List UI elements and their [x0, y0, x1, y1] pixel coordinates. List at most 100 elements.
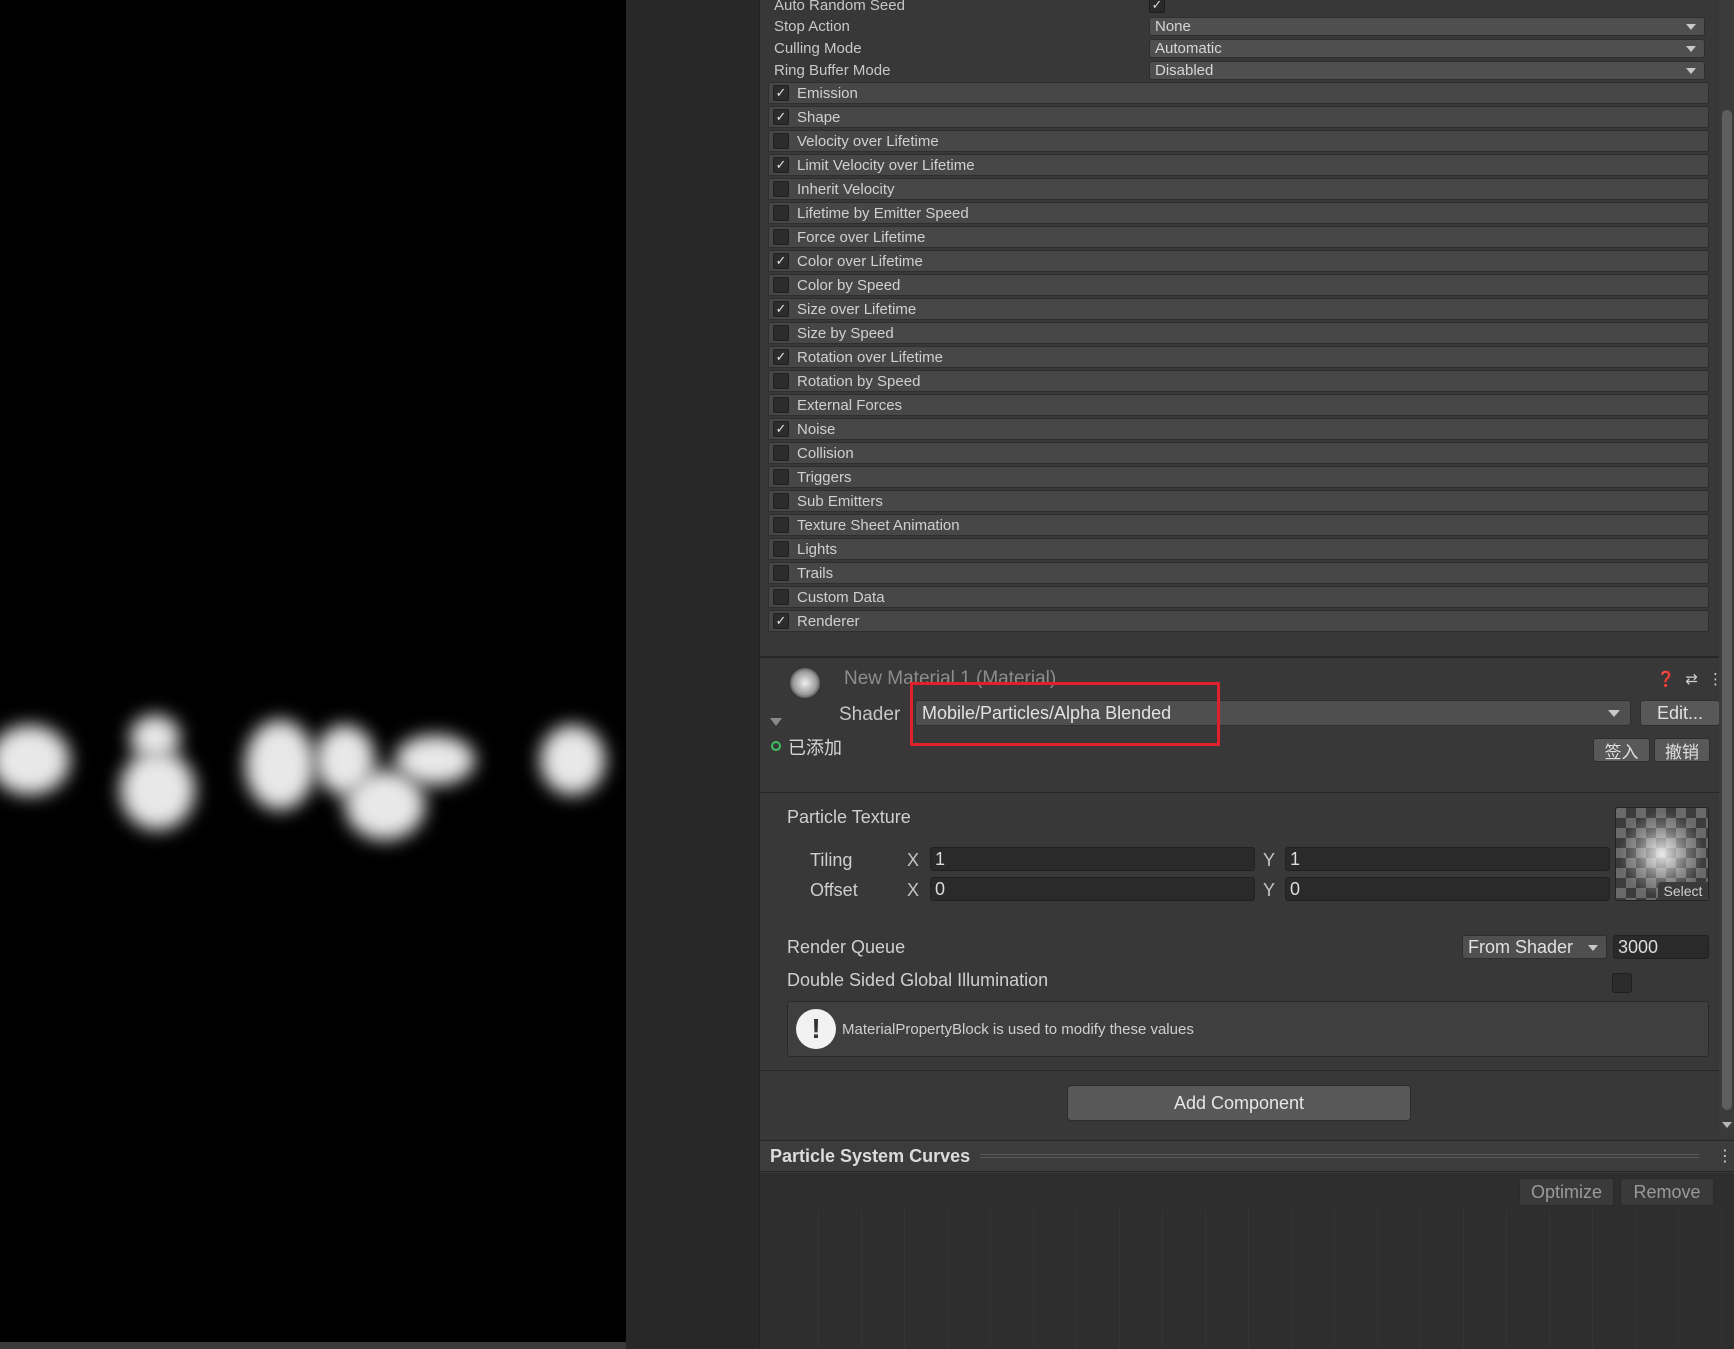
texture-thumbnail[interactable]: Select [1615, 807, 1709, 901]
offset-y-field[interactable]: 0 [1285, 877, 1610, 901]
preset-icon[interactable]: ⇄ [1685, 670, 1698, 688]
help-icon[interactable]: ❓ [1657, 670, 1676, 688]
module-checkbox[interactable] [773, 565, 789, 581]
module-renderer[interactable]: ✓ Renderer [768, 610, 1709, 632]
divider [760, 656, 1734, 658]
dsgi-checkbox[interactable] [1612, 973, 1632, 993]
module-checkbox[interactable]: ✓ [773, 301, 789, 317]
module-size-over-lifetime[interactable]: ✓ Size over Lifetime [768, 298, 1709, 320]
add-component-button[interactable]: Add Component [1067, 1085, 1411, 1121]
module-label: Shape [797, 108, 841, 126]
material-preview-icon [790, 668, 820, 698]
revert-button[interactable]: 撤销 [1654, 738, 1710, 762]
module-checkbox[interactable] [773, 541, 789, 557]
module-force-over-lifetime[interactable]: Force over Lifetime [768, 226, 1709, 248]
module-color-over-lifetime[interactable]: ✓ Color over Lifetime [768, 250, 1709, 272]
optimize-button[interactable]: Optimize [1519, 1178, 1614, 1206]
offset-x-field[interactable]: 0 [930, 877, 1255, 901]
module-checkbox[interactable] [773, 445, 789, 461]
curves-header[interactable]: Particle System Curves ⋮ [760, 1140, 1734, 1172]
stop-action-dropdown[interactable]: None [1149, 16, 1705, 36]
texture-select-button[interactable]: Select [1658, 882, 1708, 900]
module-emission[interactable]: ✓ Emission [768, 82, 1709, 104]
module-checkbox[interactable] [773, 493, 789, 509]
module-checkbox[interactable] [773, 397, 789, 413]
render-queue-mode-dropdown[interactable]: From Shader [1462, 935, 1607, 959]
scroll-down-arrow-icon[interactable] [1722, 1122, 1732, 1128]
module-label: Rotation by Speed [797, 372, 921, 390]
scrollbar-thumb[interactable] [1722, 110, 1732, 1110]
module-checkbox[interactable] [773, 589, 789, 605]
shader-highlight-box [910, 682, 1220, 746]
module-triggers[interactable]: Triggers [768, 466, 1709, 488]
module-sub-emitters[interactable]: Sub Emitters [768, 490, 1709, 512]
module-checkbox[interactable]: ✓ [773, 109, 789, 125]
render-queue-field[interactable]: 3000 [1613, 935, 1709, 959]
foldout-arrow-icon[interactable] [770, 718, 782, 726]
module-rotation-over-lifetime[interactable]: ✓ Rotation over Lifetime [768, 346, 1709, 368]
module-checkbox[interactable] [773, 277, 789, 293]
culling-mode-row: Culling Mode Automatic [774, 37, 1714, 59]
module-label: Size by Speed [797, 324, 894, 342]
checkin-button[interactable]: 签入 [1593, 738, 1650, 762]
module-label: Sub Emitters [797, 492, 883, 510]
module-size-by-speed[interactable]: Size by Speed [768, 322, 1709, 344]
module-texture-sheet-animation[interactable]: Texture Sheet Animation [768, 514, 1709, 536]
module-checkbox[interactable] [773, 205, 789, 221]
module-rotation-by-speed[interactable]: Rotation by Speed [768, 370, 1709, 392]
module-checkbox[interactable] [773, 229, 789, 245]
module-checkbox[interactable] [773, 181, 789, 197]
vcs-added-icon [771, 741, 781, 751]
render-queue-label: Render Queue [787, 937, 906, 957]
auto-random-seed-row: Auto Random Seed ✓ [774, 0, 1714, 16]
panel-gap [626, 0, 759, 1349]
module-checkbox[interactable]: ✓ [773, 349, 789, 365]
chevron-down-icon [1686, 45, 1696, 52]
module-checkbox[interactable] [773, 469, 789, 485]
tiling-y-field[interactable]: 1 [1285, 847, 1610, 871]
more-icon[interactable]: ⋮ [1715, 1146, 1734, 1166]
module-label: Color by Speed [797, 276, 901, 294]
module-checkbox[interactable] [773, 133, 789, 149]
module-checkbox[interactable] [773, 517, 789, 533]
module-collision[interactable]: Collision [768, 442, 1709, 464]
module-limit-velocity-over-lifetime[interactable]: ✓ Limit Velocity over Lifetime [768, 154, 1709, 176]
module-checkbox[interactable]: ✓ [773, 421, 789, 437]
module-shape[interactable]: ✓ Shape [768, 106, 1709, 128]
particle [540, 725, 605, 795]
module-external-forces[interactable]: External Forces [768, 394, 1709, 416]
remove-button[interactable]: Remove [1620, 1178, 1714, 1206]
module-label: Limit Velocity over Lifetime [797, 156, 975, 174]
ring-buffer-mode-row: Ring Buffer Mode Disabled [774, 59, 1714, 81]
module-velocity-over-lifetime[interactable]: Velocity over Lifetime [768, 130, 1709, 152]
module-color-by-speed[interactable]: Color by Speed [768, 274, 1709, 296]
particle [120, 750, 195, 830]
module-checkbox[interactable]: ✓ [773, 253, 789, 269]
module-lights[interactable]: Lights [768, 538, 1709, 560]
module-lifetime-by-emitter-speed[interactable]: Lifetime by Emitter Speed [768, 202, 1709, 224]
module-checkbox[interactable]: ✓ [773, 85, 789, 101]
module-checkbox[interactable] [773, 325, 789, 341]
module-checkbox[interactable]: ✓ [773, 157, 789, 173]
tiling-x-label: X [907, 850, 920, 870]
module-trails[interactable]: Trails [768, 562, 1709, 584]
culling-mode-value: Automatic [1155, 39, 1222, 57]
module-checkbox[interactable]: ✓ [773, 613, 789, 629]
module-checkbox[interactable] [773, 373, 789, 389]
culling-mode-dropdown[interactable]: Automatic [1149, 38, 1705, 58]
module-label: Force over Lifetime [797, 228, 926, 246]
module-custom-data[interactable]: Custom Data [768, 586, 1709, 608]
ring-buffer-mode-dropdown[interactable]: Disabled [1149, 60, 1705, 80]
module-label: External Forces [797, 396, 903, 414]
scene-view[interactable] [0, 0, 626, 1342]
offset-y-label: Y [1263, 880, 1276, 900]
module-inherit-velocity[interactable]: Inherit Velocity [768, 178, 1709, 200]
tiling-x-field[interactable]: 1 [930, 847, 1255, 871]
shader-edit-button[interactable]: Edit... [1640, 700, 1720, 726]
module-label: Inherit Velocity [797, 180, 895, 198]
module-label: Size over Lifetime [797, 300, 917, 318]
auto-random-seed-checkbox[interactable]: ✓ [1149, 0, 1165, 13]
particle [395, 735, 475, 785]
module-noise[interactable]: ✓ Noise [768, 418, 1709, 440]
particle [0, 725, 70, 795]
